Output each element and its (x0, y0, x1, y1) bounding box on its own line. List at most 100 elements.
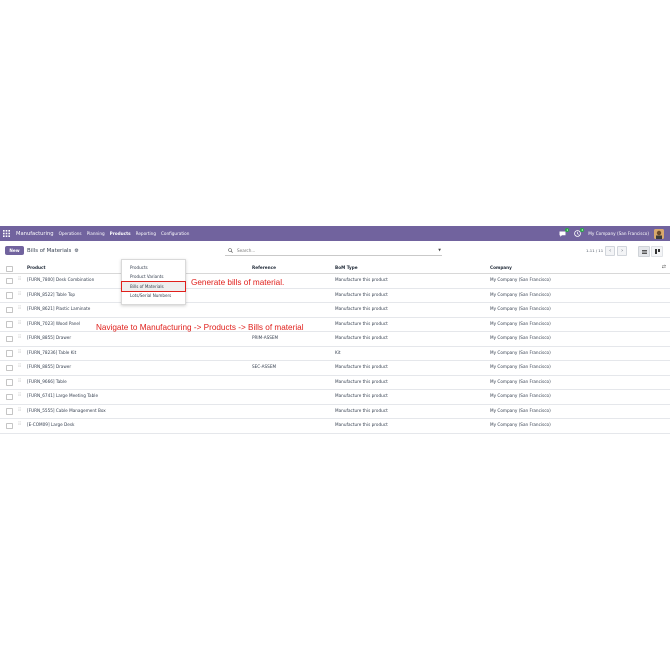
cell-bom-type: Manufacture this product (335, 407, 388, 413)
cell-bom-type: Manufacture this product (335, 291, 388, 297)
drag-handle-icon[interactable]: ⠿ (18, 418, 21, 433)
dropdown-item-product-variants[interactable]: Product Variants (122, 272, 185, 281)
cell-product: [FURN_8855] Drawer (27, 364, 72, 369)
drag-handle-icon[interactable]: ⠿ (18, 346, 21, 361)
cell-product: [FURN_7800] Desk Combination (27, 277, 95, 282)
menu-reporting[interactable]: Reporting (136, 231, 156, 236)
column-header-bom-type[interactable]: BoM Type (335, 263, 358, 273)
table-row[interactable]: ⠿ [FURN_8855] Drawer SEC-ASSEM Manufacture … (0, 360, 670, 376)
optional-columns-icon[interactable]: ⇄ (662, 263, 666, 273)
table-row[interactable]: ⠿ [E-COM09] Large Desk Manufacture this pr… (0, 418, 670, 434)
cell-reference: SEC-ASSEM (252, 364, 277, 369)
cell-bom-type: Manufacture this product (335, 277, 388, 282)
user-avatar[interactable] (654, 228, 664, 239)
drag-handle-icon[interactable]: ⠿ (18, 389, 21, 404)
drag-handle-icon[interactable]: ⠿ (18, 375, 21, 390)
cell-company: My Company (San Francisco) (490, 407, 551, 413)
apps-menu-icon[interactable] (0, 226, 13, 241)
table-row[interactable]: ⠿ [FURN_6741] Large Meeting Table Manufact… (0, 389, 670, 405)
search-bar: ▼ (225, 245, 442, 256)
row-checkbox[interactable] (6, 364, 13, 371)
table-row[interactable]: ⠿ [FURN_8621] Plastic Laminate Manufacture… (0, 302, 670, 318)
cell-reference: PRIM-ASSEM (252, 335, 279, 340)
page-title: Bills of Materials (27, 247, 72, 254)
row-checkbox[interactable] (6, 335, 13, 342)
menu-configuration[interactable]: Configuration (161, 231, 189, 236)
row-checkbox[interactable] (6, 408, 13, 415)
menu-operations[interactable]: Operations (59, 231, 82, 236)
pager-value[interactable]: 1-11 / 11 (586, 248, 603, 253)
row-checkbox[interactable] (6, 292, 13, 299)
column-header-reference[interactable]: Reference (252, 263, 276, 273)
search-input[interactable] (237, 247, 417, 253)
row-checkbox[interactable] (6, 350, 13, 357)
drag-handle-icon[interactable]: ⠿ (18, 302, 21, 317)
app-window: Manufacturing Operations Planning Produc… (0, 226, 670, 444)
row-checkbox[interactable] (6, 306, 13, 313)
chat-icon[interactable]: 1 (558, 228, 570, 238)
select-all-checkbox[interactable] (6, 265, 13, 272)
cell-bom-type: Kit (335, 349, 341, 355)
drag-handle-icon[interactable]: ⠿ (18, 331, 21, 346)
new-button[interactable]: New (5, 246, 24, 255)
cell-company: My Company (San Francisco) (490, 422, 551, 427)
cell-bom-type: Manufacture this product (335, 378, 388, 384)
table-row[interactable]: ⠿ [FURN_7800] Desk Combination Manufacture… (0, 273, 670, 289)
cell-company: My Company (San Francisco) (490, 364, 551, 369)
pager-next-icon[interactable]: › (617, 245, 628, 256)
column-header-product[interactable]: Product (27, 263, 45, 273)
cell-company: My Company (San Francisco) (490, 335, 551, 340)
dropdown-item-lots-serial-numbers[interactable]: Lots/Serial Numbers (122, 291, 185, 300)
column-header-company[interactable]: Company (490, 263, 512, 273)
cell-company: My Company (San Francisco) (490, 393, 551, 398)
row-checkbox[interactable] (6, 393, 13, 400)
drag-handle-icon[interactable]: ⠿ (18, 273, 21, 288)
cell-bom-type: Manufacture this product (335, 364, 388, 369)
row-checkbox[interactable] (6, 379, 13, 386)
cell-bom-type: Manufacture this product (335, 320, 388, 326)
activity-clock-icon[interactable]: 4 (573, 228, 585, 238)
table-row[interactable]: ⠿ [FURN_78236] Table Kit Kit My Company (Sa… (0, 346, 670, 361)
messages-badge: 1 (565, 228, 570, 232)
cell-product: [FURN_8522] Table Top (27, 291, 76, 297)
top-navbar: Manufacturing Operations Planning Produc… (0, 226, 670, 241)
menu-products[interactable]: Products (110, 231, 131, 236)
pager-previous-icon[interactable]: ‹ (605, 245, 616, 256)
annotation-instruction: Navigate to Manufacturing -> Products ->… (96, 323, 304, 332)
breadcrumb: Bills of Materials ⚙ (27, 246, 79, 255)
activity-badge: 4 (580, 228, 585, 232)
table-row[interactable]: ⠿ [FURN_5555] Cable Management Box Manufac… (0, 404, 670, 419)
dropdown-item-products[interactable]: Products (122, 263, 185, 272)
cell-company: My Company (San Francisco) (490, 277, 551, 282)
list-view-button[interactable] (638, 246, 650, 257)
row-checkbox[interactable] (6, 277, 13, 284)
control-panel: New Bills of Materials ⚙ ▼ 1-11 / 11 ‹ ›… (0, 241, 670, 305)
drag-handle-icon[interactable]: ⠿ (18, 317, 21, 332)
cell-company: My Company (San Francisco) (490, 349, 551, 355)
search-icon (228, 247, 235, 254)
cell-product: [FURN_78236] Table Kit (27, 349, 77, 355)
cell-product: [FURN_7023] Wood Panel (27, 320, 81, 326)
gear-icon[interactable]: ⚙ (74, 248, 78, 254)
row-checkbox[interactable] (6, 422, 13, 429)
dropdown-item-bills-of-materials[interactable]: Bills of Materials (121, 280, 186, 292)
row-checkbox[interactable] (6, 321, 13, 328)
drag-handle-icon[interactable]: ⠿ (18, 288, 21, 303)
pager: 1-11 / 11 ‹ › (586, 245, 628, 256)
cell-bom-type: Manufacture this product (335, 335, 388, 340)
table-row[interactable]: ⠿ [FURN_9666] Table Manufacture this produ… (0, 375, 670, 390)
products-dropdown-menu: Products Product Variants Bills of Mater… (121, 259, 186, 305)
menu-planning[interactable]: Planning (87, 231, 105, 236)
cell-product: [FURN_6741] Large Meeting Table (27, 393, 99, 398)
cell-bom-type: Manufacture this product (335, 306, 388, 311)
drag-handle-icon[interactable]: ⠿ (18, 404, 21, 419)
kanban-view-button[interactable] (651, 246, 663, 257)
table-row[interactable]: ⠿ [FURN_8522] Table Top Manufacture this p… (0, 288, 670, 303)
company-switcher[interactable]: My Company (San Francisco) (588, 231, 649, 236)
cell-product: [FURN_5555] Cable Management Box (27, 407, 106, 413)
app-brand[interactable]: Manufacturing (16, 231, 54, 237)
search-options-caret-icon[interactable]: ▼ (438, 248, 441, 252)
cell-company: My Company (San Francisco) (490, 320, 551, 326)
drag-handle-icon[interactable]: ⠿ (18, 360, 21, 375)
table-row[interactable]: ⠿ [FURN_8855] Drawer PRIM-ASSEM Manufacture… (0, 331, 670, 347)
